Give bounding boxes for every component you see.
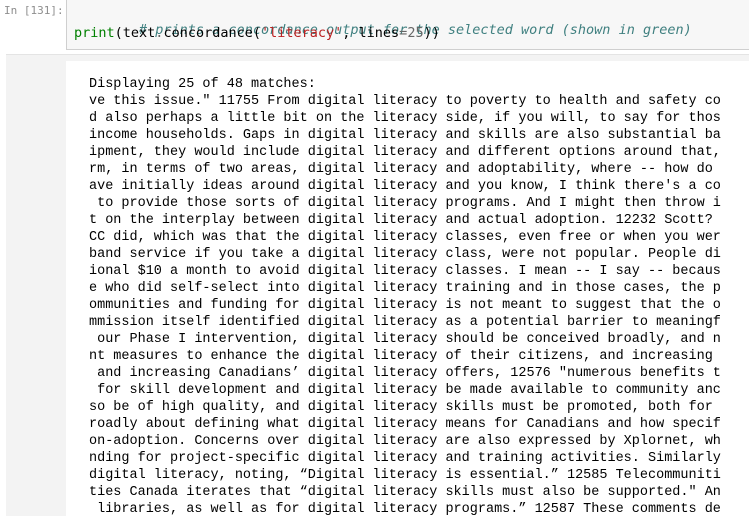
concordance-line: d also perhaps a little bit on the liter… xyxy=(89,111,721,126)
code-string-arg: 'literacy' xyxy=(260,25,343,41)
concordance-line: income households. Gaps in digital liter… xyxy=(89,128,721,143)
output-cell: Displaying 25 of 48 matches: ve this issu… xyxy=(0,54,749,516)
concordance-line: and increasing Canadians’ digital litera… xyxy=(89,366,721,381)
output-text-area: Displaying 25 of 48 matches: ve this issu… xyxy=(66,61,749,516)
concordance-line: ommunities and funding for digital liter… xyxy=(89,298,721,313)
code-func: print xyxy=(74,25,115,41)
concordance-line: roadly about defining what digital liter… xyxy=(89,417,721,432)
concordance-line: nding for project-specific digital liter… xyxy=(89,451,721,466)
concordance-line: ave initially ideas around digital liter… xyxy=(89,179,721,194)
notebook: In [131]: # prints a concordance output … xyxy=(0,0,749,516)
concordance-line: band service if you take a digital liter… xyxy=(89,247,721,262)
code-number: 25 xyxy=(407,25,424,41)
concordance-line: ve this issue." 11755 From digital liter… xyxy=(89,94,721,109)
concordance-line: digital literacy, noting, “Digital liter… xyxy=(89,468,721,483)
concordance-line: mmission itself identified digital liter… xyxy=(89,315,721,330)
concordance-line: so be of high quality, and digital liter… xyxy=(89,400,713,415)
input-cell[interactable]: In [131]: # prints a concordance output … xyxy=(0,0,749,54)
concordance-line: CC did, which was that the digital liter… xyxy=(89,230,721,245)
concordance-line: our Phase I intervention, digital litera… xyxy=(89,332,721,347)
concordance-output: Displaying 25 of 48 matches: ve this issu… xyxy=(89,76,721,516)
code-object: text xyxy=(122,25,156,41)
code-paren-open-2: ( xyxy=(252,25,261,41)
concordance-line: rm, in terms of two areas, digital liter… xyxy=(89,162,713,177)
concordance-line: to provide those sorts of digital litera… xyxy=(89,196,721,211)
concordance-line: for skill development and digital litera… xyxy=(89,383,721,398)
concordance-line: e who did self-select into digital liter… xyxy=(89,281,721,296)
input-prompt: In [131]: xyxy=(4,4,64,17)
concordance-line: ional $10 a month to avoid digital liter… xyxy=(89,264,721,279)
code-editor[interactable]: # prints a concordance output for the se… xyxy=(66,0,749,50)
concordance-header: Displaying 25 of 48 matches: xyxy=(89,77,316,92)
concordance-line: nt measures to enhance the digital liter… xyxy=(89,349,713,364)
code-paren-close: )) xyxy=(423,25,440,41)
code-comma: , xyxy=(342,25,359,41)
concordance-line: t on the interplay between digital liter… xyxy=(89,213,713,228)
code-method: concordance xyxy=(163,25,253,41)
concordance-line: on-adoption. Concerns over digital liter… xyxy=(89,434,721,449)
concordance-line: ipment, they would include digital liter… xyxy=(89,145,721,160)
code-paren-open: ( xyxy=(114,25,123,41)
output-area[interactable]: Displaying 25 of 48 matches: ve this issu… xyxy=(6,54,749,516)
code-statement-line: print(text.concordance('literacy', lines… xyxy=(74,25,440,42)
concordance-line: ties Canada iterates that “digital liter… xyxy=(89,485,721,500)
code-kwarg: lines xyxy=(358,25,400,41)
concordance-line: libraries, as well as for digital litera… xyxy=(89,502,721,516)
